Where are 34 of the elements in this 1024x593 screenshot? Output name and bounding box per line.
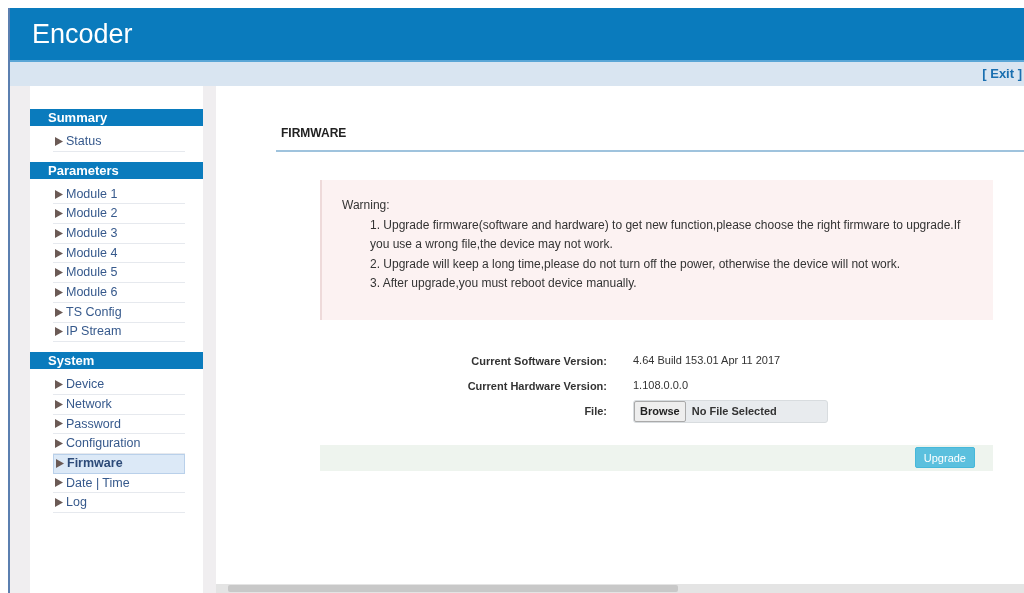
sidebar-item[interactable]: Module 6 — [53, 283, 185, 303]
sidebar-item[interactable]: Network — [53, 394, 185, 415]
sidebar-item[interactable]: Device — [53, 375, 185, 395]
triangle-icon — [55, 136, 63, 146]
field-value: 1.108.0.0.0 — [633, 377, 689, 393]
sidebar-item[interactable]: TS Config — [53, 302, 185, 323]
sidebar-item[interactable]: Date | Time — [53, 473, 185, 494]
sidebar-item[interactable]: Password — [53, 414, 185, 435]
field-label: File: — [583, 403, 607, 419]
page-title: FIRMWARE — [276, 124, 1024, 152]
sidebar-item[interactable]: Log — [53, 493, 185, 513]
warning-text: 2. Upgrade will keep a long time,please do not turn off the power, otherwise the device will not work. — [370, 255, 902, 273]
section-header: Summary — [30, 109, 203, 126]
field-label: Current Software Version: — [470, 353, 607, 369]
horizontal-scrollbar[interactable] — [216, 584, 1024, 593]
file-input[interactable]: Browse No File Selected — [633, 399, 828, 423]
warning-heading: Warning: — [342, 197, 391, 214]
exit-link[interactable]: [ Exit ] — [982, 64, 1022, 84]
sidebar-item[interactable]: Module 2 — [53, 204, 185, 225]
sidebar-item[interactable]: Firmware — [53, 453, 185, 474]
sidebar-item[interactable]: Module 4 — [53, 243, 185, 264]
field-value: 4.64 Build 153.01 Apr 11 2017 — [633, 352, 781, 368]
warning-text: 1. Upgrade firmware(software and hardware) to get new function,please choose the right firmware to upgrade.If you use a wrong file,the device may not work. — [370, 216, 962, 253]
sidebar-item[interactable]: Module 1 — [53, 184, 185, 205]
sidebar-item[interactable]: Module 5 — [53, 263, 185, 284]
warning-text: 3. After upgrade,you must reboot device manually. — [370, 275, 638, 292]
section-header: Parameters — [30, 161, 203, 179]
sidebar-item[interactable]: Module 3 — [53, 224, 185, 244]
sidebar-item[interactable]: Status — [53, 132, 185, 152]
sidebar-item[interactable]: IP Stream — [53, 322, 185, 343]
section-header: System — [30, 352, 203, 370]
app-title: Encoder — [32, 17, 133, 51]
sidebar-item[interactable]: Configuration — [53, 434, 185, 454]
field-label: Current Hardware Version: — [466, 378, 607, 394]
